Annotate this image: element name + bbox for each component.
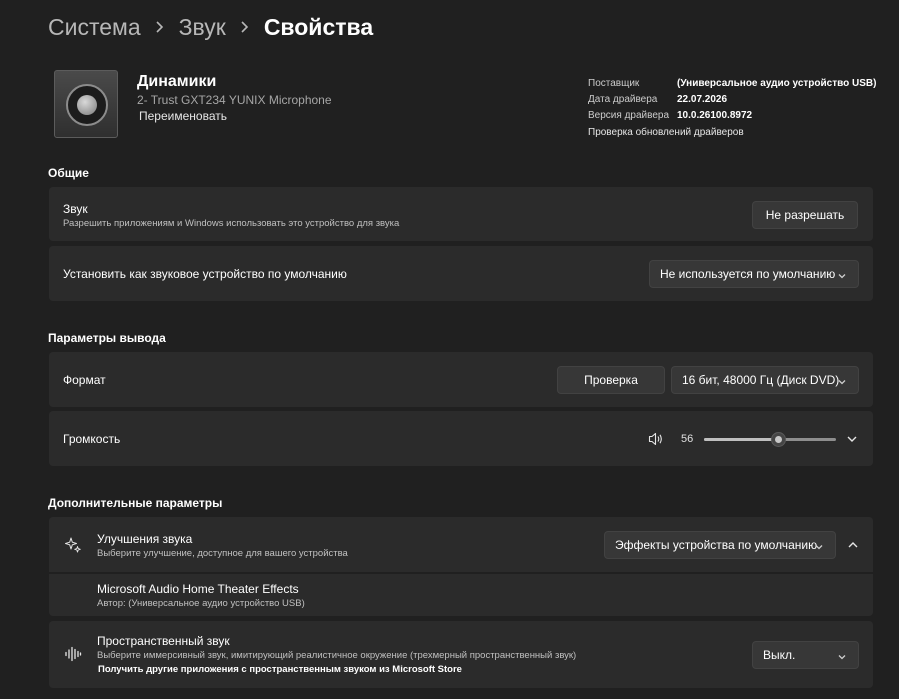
driver-date-label: Дата драйвера [588, 93, 658, 105]
spatial-title: Пространственный звук [97, 634, 230, 648]
audio-allow-subtitle: Разрешить приложениям и Windows использо… [63, 218, 400, 229]
default-device-value: Не используется по умолчанию [660, 267, 836, 281]
spatial-select[interactable]: Выкл. [752, 641, 859, 669]
volume-slider-thumb[interactable] [770, 432, 786, 447]
spatial-card: Пространственный звук Выберите иммерсивн… [49, 621, 873, 688]
format-card: Формат Проверка 16 бит, 48000 Гц (Диск D… [49, 352, 873, 407]
enhancements-value: Эффекты устройства по умолчанию [615, 538, 818, 552]
format-value: 16 бит, 48000 Гц (Диск DVD) [682, 373, 840, 387]
enhancements-card: Улучшения звука Выберите улучшение, дост… [49, 517, 873, 572]
spatial-value: Выкл. [763, 648, 796, 662]
rename-link[interactable]: Переименовать [139, 109, 227, 123]
audio-allow-card: Звук Разрешить приложениям и Windows исп… [49, 187, 873, 241]
page-title: Свойства [263, 13, 374, 40]
enhancements-select[interactable]: Эффекты устройства по умолчанию [604, 531, 836, 559]
driver-update-link[interactable]: Проверка обновлений драйверов [588, 124, 876, 140]
effect-item-card: Microsoft Audio Home Theater Effects Авт… [49, 574, 873, 616]
spatial-store-link[interactable]: Получить другие приложения с пространств… [98, 664, 462, 675]
volume-slider-fill [704, 438, 778, 441]
chevron-down-icon[interactable] [845, 433, 859, 445]
chevron-up-icon[interactable] [846, 539, 860, 551]
speaker-icon [54, 70, 118, 138]
enhancements-title: Улучшения звука [97, 532, 193, 546]
volume-slider[interactable] [704, 432, 836, 447]
volume-title: Громкость [63, 432, 121, 446]
chevron-down-icon [814, 541, 824, 551]
driver-version-value: 10.0.26100.8972 [677, 109, 753, 121]
default-device-card: Установить как звуковое устройство по ум… [49, 246, 873, 301]
driver-provider-value: (Универсальное аудио устройство USB) [677, 77, 877, 89]
chevron-right-icon [238, 20, 252, 34]
breadcrumb-sound[interactable]: Звук [179, 14, 226, 41]
section-output-title: Параметры вывода [48, 331, 166, 345]
format-title: Формат [63, 373, 106, 387]
disallow-button[interactable]: Не разрешать [752, 201, 858, 229]
volume-card: Громкость 56 [49, 411, 873, 466]
default-device-select[interactable]: Не используется по умолчанию [649, 260, 859, 288]
driver-version-label: Версия драйвера [588, 109, 670, 121]
enhancements-subtitle: Выберите улучшение, доступное для вашего… [97, 548, 348, 559]
chevron-right-icon [153, 20, 167, 34]
driver-provider-label: Поставщик [588, 77, 640, 89]
device-model: 2- Trust GXT234 YUNIX Microphone [137, 93, 332, 107]
section-advanced-title: Дополнительные параметры [48, 496, 223, 510]
audio-allow-title: Звук [63, 202, 88, 216]
chevron-down-icon [837, 270, 847, 280]
breadcrumb: Система Звук Свойства [48, 12, 373, 42]
breadcrumb-system[interactable]: Система [48, 14, 141, 41]
default-device-title: Установить как звуковое устройство по ум… [63, 267, 347, 281]
chevron-down-icon [837, 651, 847, 661]
speaker-volume-icon[interactable] [647, 431, 665, 447]
volume-value: 56 [681, 433, 694, 445]
chevron-down-icon [837, 376, 847, 386]
driver-date-value: 22.07.2026 [677, 93, 728, 105]
sparkle-icon [63, 535, 83, 555]
driver-info: Поставщик (Универсальное аудио устройств… [588, 75, 876, 140]
spatial-subtitle: Выберите иммерсивный звук, имитирующий р… [97, 650, 577, 661]
sound-wave-icon [63, 645, 83, 663]
effect-name: Microsoft Audio Home Theater Effects [97, 582, 299, 596]
format-select[interactable]: 16 бит, 48000 Гц (Диск DVD) [671, 366, 859, 394]
device-name: Динамики [137, 73, 217, 90]
test-button[interactable]: Проверка [557, 366, 665, 394]
effect-author: Автор: (Универсальное аудио устройство U… [97, 598, 305, 609]
section-general-title: Общие [48, 166, 89, 180]
